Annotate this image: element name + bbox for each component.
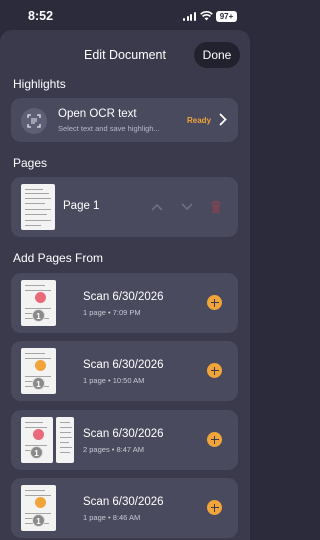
cellular-signal-icon: [183, 12, 197, 21]
scan-title: Scan 6/30/2026: [83, 359, 164, 371]
scan-title: Scan 6/30/2026: [83, 496, 164, 508]
page-count-badge: 1: [32, 514, 45, 527]
ocr-status-badge: Ready: [187, 116, 212, 125]
highlights-heading: Highlights: [13, 77, 66, 91]
page-count-badge: 1: [32, 309, 45, 322]
page-count-badge: 1: [32, 377, 45, 390]
done-button[interactable]: Done: [194, 42, 240, 68]
add-scan-button[interactable]: [207, 500, 222, 515]
add-pages-heading: Add Pages From: [13, 251, 104, 265]
scan-title: Scan 6/30/2026: [83, 428, 164, 440]
page-thumbnail: [21, 184, 55, 230]
scan-row[interactable]: 1 Scan 6/30/2026 2 pages • 8:47 AM: [11, 410, 238, 470]
page-row[interactable]: Page 1: [11, 177, 238, 237]
move-up-icon[interactable]: [151, 203, 163, 211]
open-ocr-text-row[interactable]: Open OCR text Select text and save highl…: [11, 98, 238, 142]
add-scan-button[interactable]: [207, 363, 222, 378]
ocr-subtitle: Select text and save highligh...: [58, 124, 160, 133]
status-time: 8:52: [28, 9, 54, 23]
scan-meta: 2 pages • 8:47 AM: [83, 445, 144, 454]
screen: 8:52 97+ Edit Document Done Highlights O…: [0, 0, 250, 540]
scan-row[interactable]: 1 Scan 6/30/2026 1 page • 8:46 AM: [11, 478, 238, 538]
trash-icon[interactable]: [210, 200, 222, 214]
scan-thumbnail: 1: [21, 485, 56, 531]
add-scan-button[interactable]: [207, 295, 222, 310]
scan-thumbnail: 1: [21, 417, 53, 463]
scan-thumbnail-second-page: [56, 417, 74, 463]
scan-meta: 1 page • 10:50 AM: [83, 376, 145, 385]
battery-indicator: 97+: [216, 11, 237, 22]
pages-heading: Pages: [13, 156, 48, 170]
text-scan-icon: [21, 108, 47, 134]
edit-document-sheet: Edit Document Done Highlights Open OCR t…: [0, 30, 250, 540]
move-down-icon[interactable]: [181, 203, 193, 211]
status-bar: 8:52 97+: [0, 0, 250, 30]
page-label: Page 1: [63, 200, 100, 212]
page-count-badge: 1: [30, 446, 43, 459]
ocr-title: Open OCR text: [58, 108, 137, 120]
scan-row[interactable]: 1 Scan 6/30/2026 1 page • 10:50 AM: [11, 341, 238, 401]
scan-meta: 1 page • 7:09 PM: [83, 308, 141, 317]
scan-title: Scan 6/30/2026: [83, 291, 164, 303]
scan-row[interactable]: 1 Scan 6/30/2026 1 page • 7:09 PM: [11, 273, 238, 333]
scan-meta: 1 page • 8:46 AM: [83, 513, 141, 522]
wifi-icon: [200, 11, 213, 21]
scan-thumbnail: 1: [21, 348, 56, 394]
add-scan-button[interactable]: [207, 432, 222, 447]
scan-thumbnail: 1: [21, 280, 56, 326]
chevron-right-icon: [219, 113, 227, 126]
